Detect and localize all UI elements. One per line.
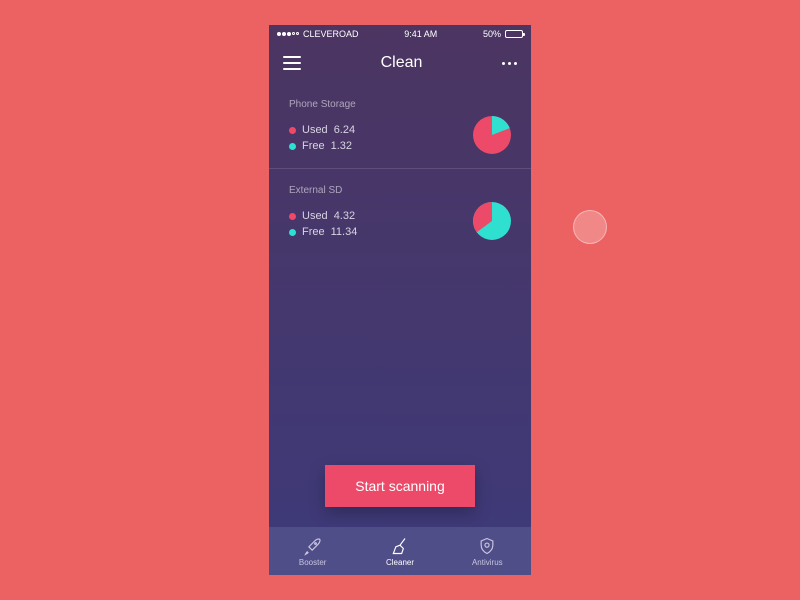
sd-used-label: Used bbox=[302, 210, 328, 222]
free-dot-icon bbox=[289, 143, 296, 150]
tab-cleaner[interactable]: Cleaner bbox=[356, 527, 443, 575]
phone-free-row: Free 1.32 bbox=[289, 140, 473, 152]
phone-storage-pie bbox=[473, 116, 511, 154]
sd-free-row: Free 11.34 bbox=[289, 226, 473, 238]
rocket-icon bbox=[303, 536, 323, 556]
tab-booster-label: Booster bbox=[299, 558, 327, 567]
app-screen: CLEVEROAD 9:41 AM 50% Clean Phone Storag… bbox=[269, 25, 531, 575]
nav-bar: Clean bbox=[269, 43, 531, 83]
phone-storage-heading: Phone Storage bbox=[289, 99, 473, 110]
used-dot-icon bbox=[289, 213, 296, 220]
start-scanning-button[interactable]: Start scanning bbox=[325, 465, 475, 507]
tab-booster[interactable]: Booster bbox=[269, 527, 356, 575]
tab-antivirus[interactable]: Antivirus bbox=[444, 527, 531, 575]
spacer bbox=[269, 254, 531, 465]
status-left: CLEVEROAD bbox=[277, 29, 359, 39]
tab-cleaner-label: Cleaner bbox=[386, 558, 414, 567]
tab-antivirus-label: Antivirus bbox=[472, 558, 503, 567]
sd-free-label: Free bbox=[302, 226, 325, 238]
status-right: 50% bbox=[483, 29, 523, 39]
signal-dots-icon bbox=[277, 32, 299, 36]
sd-free-value: 11.34 bbox=[331, 226, 358, 238]
touch-indicator-icon bbox=[573, 210, 607, 244]
more-icon[interactable] bbox=[502, 62, 517, 65]
status-bar: CLEVEROAD 9:41 AM 50% bbox=[269, 25, 531, 43]
page-title: Clean bbox=[381, 54, 423, 72]
storage-section-phone: Phone Storage Used 6.24 Free 1.32 bbox=[269, 83, 531, 169]
used-dot-icon bbox=[289, 127, 296, 134]
phone-used-row: Used 6.24 bbox=[289, 124, 473, 136]
shield-icon bbox=[477, 536, 497, 556]
free-dot-icon bbox=[289, 229, 296, 236]
sd-heading: External SD bbox=[289, 185, 473, 196]
phone-free-value: 1.32 bbox=[331, 140, 352, 152]
phone-used-value: 6.24 bbox=[334, 124, 355, 136]
phone-free-label: Free bbox=[302, 140, 325, 152]
sd-used-value: 4.32 bbox=[334, 210, 355, 222]
carrier-label: CLEVEROAD bbox=[303, 29, 359, 39]
phone-used-label: Used bbox=[302, 124, 328, 136]
storage-section-sd: External SD Used 4.32 Free 11.34 bbox=[269, 169, 531, 254]
sd-used-row: Used 4.32 bbox=[289, 210, 473, 222]
battery-pct: 50% bbox=[483, 29, 501, 39]
battery-icon bbox=[505, 30, 523, 38]
sd-storage-pie bbox=[473, 202, 511, 240]
tab-bar: Booster Cleaner Antivirus bbox=[269, 527, 531, 575]
menu-icon[interactable] bbox=[283, 56, 301, 70]
clock-label: 9:41 AM bbox=[404, 29, 437, 39]
broom-icon bbox=[390, 536, 410, 556]
